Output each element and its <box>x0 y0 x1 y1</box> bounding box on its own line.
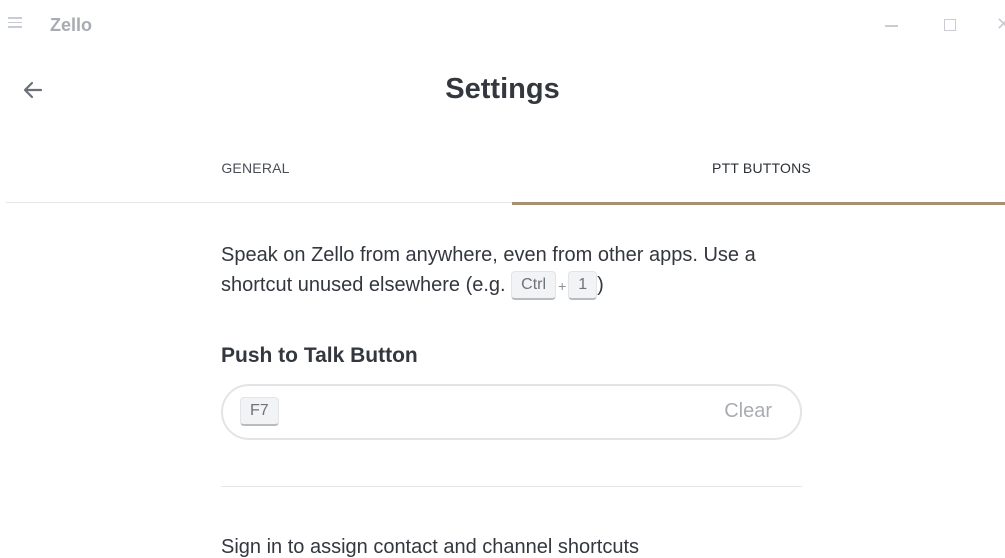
title-bar: Zello ✕ <box>0 0 1005 50</box>
active-tab-indicator <box>512 202 1005 205</box>
hamburger-icon[interactable] <box>8 17 22 31</box>
ptt-description: Speak on Zello from anywhere, even from … <box>221 240 821 301</box>
clear-button[interactable]: Clear <box>724 400 772 423</box>
ptt-key-badge: F7 <box>240 397 279 426</box>
example-key-1: 1 <box>568 271 598 301</box>
close-icon[interactable]: ✕ <box>996 13 1005 35</box>
ptt-section-title: Push to Talk Button <box>221 344 418 367</box>
section-divider <box>221 486 802 487</box>
example-key-ctrl: Ctrl <box>511 271 557 301</box>
signin-prompt: Sign in to assign contact and channel sh… <box>221 536 640 558</box>
description-text: Speak on Zello from anywhere, even from … <box>221 244 756 296</box>
tab-general-label: GENERAL <box>221 160 290 176</box>
tab-bar: GENERAL PTT BUTTONS <box>6 145 1005 205</box>
tab-general[interactable]: GENERAL <box>6 145 505 203</box>
ptt-shortcut-input[interactable]: F7 Clear <box>221 384 802 440</box>
minimize-icon[interactable] <box>885 25 898 27</box>
tab-ptt-buttons-label: PTT BUTTONS <box>712 160 811 176</box>
maximize-icon[interactable] <box>944 19 956 31</box>
plus-sign: + <box>558 277 567 294</box>
description-closing: ) <box>597 274 604 296</box>
page-title: Settings <box>445 73 560 105</box>
app-name: Zello <box>50 15 93 35</box>
tab-ptt-buttons[interactable]: PTT BUTTONS <box>512 145 1005 205</box>
